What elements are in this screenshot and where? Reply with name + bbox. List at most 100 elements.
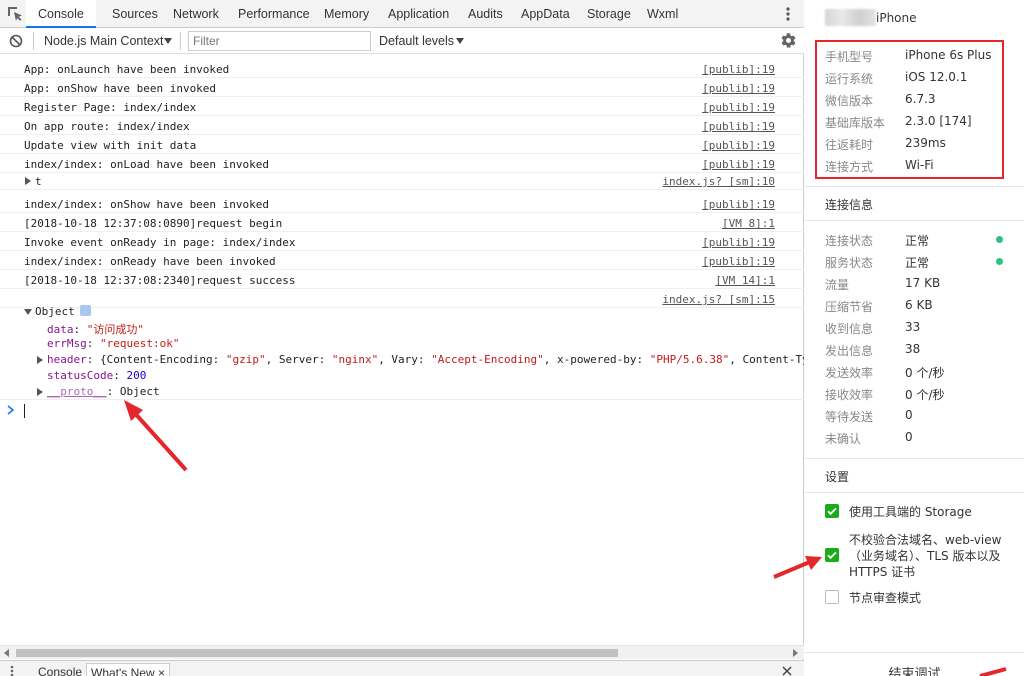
setting-row[interactable]: 不校验合法域名、web-view（业务域名）、TLS 版本以及 HTTPS 证书 bbox=[825, 532, 1015, 582]
close-icon[interactable] bbox=[782, 666, 792, 676]
log-row: Register Page: index/index [publib]:19 bbox=[0, 97, 804, 116]
info-key: 连接方式 bbox=[825, 160, 874, 174]
drawer-tab-console[interactable]: Console bbox=[38, 665, 82, 676]
tab-performance[interactable]: Performance bbox=[238, 0, 310, 28]
info-key: 微信版本 bbox=[825, 94, 874, 108]
log-message: Invoke event onReady in page: index/inde… bbox=[24, 236, 296, 249]
more-options-icon[interactable] bbox=[782, 5, 794, 23]
tab-wxml[interactable]: Wxml bbox=[647, 0, 678, 28]
info-key: 往返耗时 bbox=[825, 138, 874, 152]
toolbar-divider bbox=[180, 32, 181, 50]
tab-sources[interactable]: Sources bbox=[112, 0, 158, 28]
log-message: Register Page: index/index bbox=[24, 101, 197, 114]
triangle-right-icon[interactable] bbox=[36, 388, 44, 396]
header-text: {Content-Encoding: bbox=[100, 353, 226, 366]
chevron-down-icon[interactable] bbox=[456, 37, 464, 45]
scrollbar-thumb[interactable] bbox=[16, 649, 618, 657]
tab-network[interactable]: Network bbox=[173, 0, 219, 28]
filter-input[interactable] bbox=[188, 31, 371, 51]
tab-audits[interactable]: Audits bbox=[468, 0, 503, 28]
log-source-link[interactable]: index.js? [sm]:10 bbox=[662, 175, 775, 188]
console-toolbar: Node.js Main Context Default levels bbox=[0, 28, 804, 54]
prop-colon: : bbox=[86, 337, 100, 350]
log-row: t index.js? [sm]:10 bbox=[0, 171, 804, 190]
log-message: index/index: onShow have been invoked bbox=[24, 198, 270, 211]
log-source-link[interactable]: [publib]:19 bbox=[702, 158, 775, 171]
log-source-link[interactable]: [VM 8]:1 bbox=[722, 217, 775, 230]
scroll-right-icon[interactable] bbox=[791, 649, 799, 657]
header-text: , Content-Ty bbox=[729, 353, 804, 366]
triangle-right-icon[interactable] bbox=[36, 356, 44, 364]
triangle-down-icon[interactable] bbox=[24, 308, 32, 316]
connection-value: 0 个/秒 bbox=[905, 366, 945, 380]
connection-row: 发送效率 0 个/秒 bbox=[805, 360, 1024, 382]
prompt-chevron-icon bbox=[7, 405, 15, 415]
object-prop-header[interactable]: header: {Content-Encoding: "gzip", Serve… bbox=[0, 352, 804, 368]
object-prop-proto[interactable]: __proto__: Object bbox=[0, 384, 804, 400]
connection-value: 17 KB bbox=[905, 276, 941, 290]
log-row: [2018-10-18 12:37:08:2340]request succes… bbox=[0, 270, 804, 289]
log-source-link[interactable]: [publib]:19 bbox=[702, 82, 775, 95]
drawer-menu-icon[interactable] bbox=[6, 665, 18, 676]
tab-storage[interactable]: Storage bbox=[587, 0, 631, 28]
blurred-device-owner bbox=[825, 9, 876, 26]
log-message: On app route: index/index bbox=[24, 120, 190, 133]
console-output[interactable]: App: onLaunch have been invoked [publib]:… bbox=[0, 55, 804, 645]
divider bbox=[805, 458, 1024, 459]
log-row: On app route: index/index [publib]:19 bbox=[0, 116, 804, 135]
setting-row[interactable]: 使用工具端的 Storage bbox=[825, 504, 1015, 522]
tab-memory[interactable]: Memory bbox=[324, 0, 369, 28]
connection-key: 发出信息 bbox=[825, 344, 874, 358]
chevron-down-icon[interactable] bbox=[164, 37, 172, 45]
header-text: , Vary: bbox=[378, 353, 432, 366]
log-source-link[interactable]: [publib]:19 bbox=[702, 120, 775, 133]
tab-appdata[interactable]: AppData bbox=[521, 0, 570, 28]
connection-value: 0 bbox=[905, 430, 913, 444]
end-debug-button[interactable]: 结束调试 bbox=[805, 652, 1024, 676]
log-row: Invoke event onReady in page: index/inde… bbox=[0, 232, 804, 251]
gear-icon[interactable] bbox=[780, 32, 797, 49]
log-row: index/index: onReady have been invoked [p… bbox=[0, 251, 804, 270]
checkbox[interactable] bbox=[825, 548, 839, 562]
prop-key: __proto__ bbox=[47, 385, 107, 398]
log-source-link[interactable]: [publib]:19 bbox=[702, 139, 775, 152]
remote-debug-panel: iPhone 手机型号 iPhone 6s Plus 运行系统 iOS 12.0.1 微… bbox=[805, 0, 1024, 676]
log-source-link[interactable]: [VM 14]:1 bbox=[715, 274, 775, 287]
tab-console[interactable]: Console bbox=[26, 0, 96, 28]
object-prop-errmsg: errMsg: "request:ok" bbox=[0, 336, 804, 352]
checkbox[interactable] bbox=[825, 590, 839, 604]
status-dot-icon bbox=[996, 236, 1003, 243]
toolbar-divider bbox=[33, 32, 34, 50]
setting-label: 不校验合法域名、web-view（业务域名）、TLS 版本以及 HTTPS 证书 bbox=[849, 533, 1002, 579]
log-source-link[interactable]: [publib]:19 bbox=[702, 101, 775, 114]
console-prompt[interactable] bbox=[0, 399, 804, 421]
scroll-left-icon[interactable] bbox=[3, 649, 11, 657]
log-source-link[interactable]: [publib]:19 bbox=[702, 198, 775, 211]
log-row: App: onShow have been invoked [publib]:19 bbox=[0, 78, 804, 97]
setting-row[interactable]: 节点审查模式 bbox=[825, 590, 1015, 608]
connection-key: 流量 bbox=[825, 278, 850, 292]
prop-value: "request:ok" bbox=[100, 337, 180, 350]
context-selector[interactable]: Node.js Main Context bbox=[44, 28, 164, 54]
log-row: index/index: onShow have been invoked [pu… bbox=[0, 194, 804, 213]
inspect-element-icon[interactable] bbox=[6, 5, 24, 23]
horizontal-scrollbar[interactable] bbox=[0, 645, 804, 659]
drawer-tab-whats-new[interactable]: What's New × bbox=[86, 663, 170, 676]
prop-colon: : bbox=[73, 323, 87, 336]
connection-value: 33 bbox=[905, 320, 921, 334]
log-source-link[interactable]: [publib]:19 bbox=[702, 255, 775, 268]
checkbox[interactable] bbox=[825, 504, 839, 518]
log-source-link[interactable]: [publib]:19 bbox=[702, 63, 775, 76]
object-root[interactable]: Object bbox=[0, 304, 804, 320]
log-source-link[interactable]: [publib]:19 bbox=[702, 236, 775, 249]
connection-key: 接收效率 bbox=[825, 388, 874, 402]
log-row: App: onLaunch have been invoked [publib]:… bbox=[0, 59, 804, 78]
log-message: [2018-10-18 12:37:08:0890]request begin bbox=[24, 217, 283, 230]
divider bbox=[805, 220, 1024, 221]
log-levels-dropdown[interactable]: Default levels bbox=[379, 28, 454, 54]
triangle-right-icon[interactable] bbox=[24, 177, 32, 185]
object-prop-statuscode: statusCode: 200 bbox=[0, 368, 804, 384]
device-header: iPhone bbox=[805, 0, 1024, 37]
tab-application[interactable]: Application bbox=[388, 0, 449, 28]
clear-console-icon[interactable] bbox=[9, 34, 23, 48]
